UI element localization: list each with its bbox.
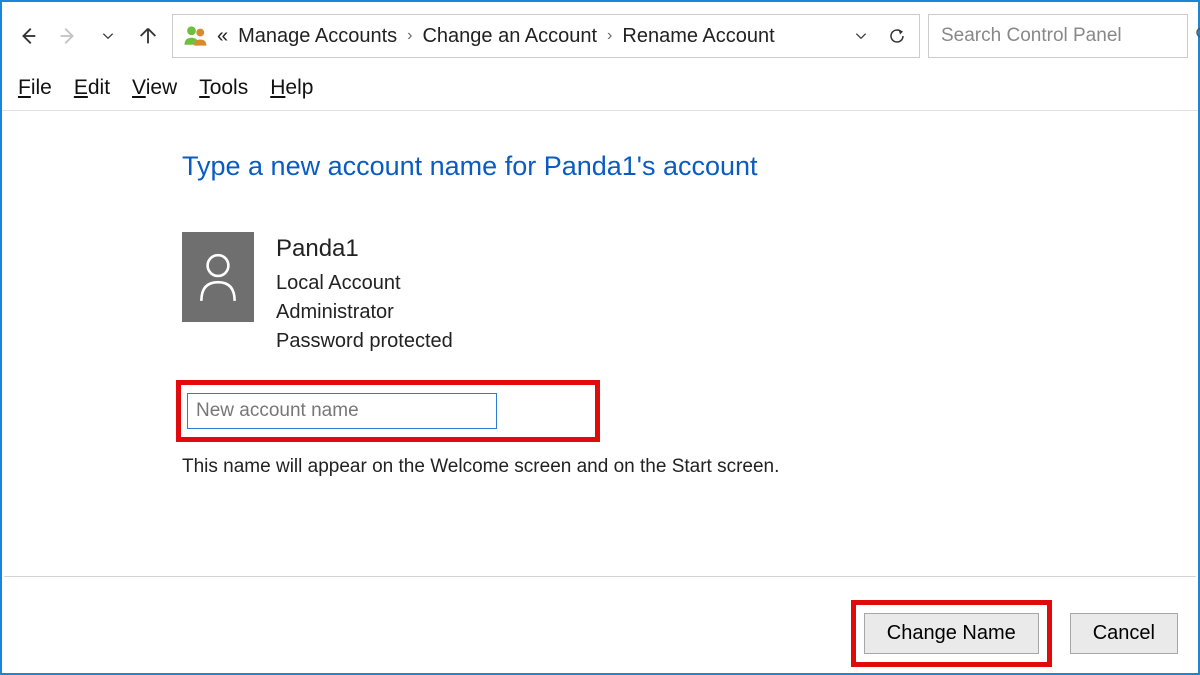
- account-summary: Panda1 Local Account Administrator Passw…: [182, 232, 1188, 356]
- footer-buttons: Change Name Cancel: [851, 600, 1178, 667]
- account-name: Panda1: [276, 232, 453, 267]
- back-button[interactable]: [12, 20, 44, 52]
- account-type: Local Account: [276, 269, 453, 298]
- breadcrumb: « Manage Accounts › Change an Account › …: [217, 25, 839, 48]
- new-account-name-input[interactable]: [187, 393, 497, 429]
- crumb-manage-accounts[interactable]: Manage Accounts: [238, 25, 397, 48]
- menu-edit[interactable]: Edit: [74, 76, 110, 100]
- hint-text: This name will appear on the Welcome scr…: [182, 456, 1188, 478]
- change-name-button[interactable]: Change Name: [864, 613, 1039, 654]
- chevron-right-icon: ›: [407, 27, 412, 45]
- page-title: Type a new account name for Panda1's acc…: [182, 151, 1188, 182]
- user-accounts-icon: [181, 22, 209, 50]
- address-dropdown-button[interactable]: [847, 22, 875, 50]
- menu-file[interactable]: File: [18, 76, 52, 100]
- account-role: Administrator: [276, 298, 453, 327]
- menu-bar: File Edit View Tools Help: [2, 68, 1198, 111]
- recent-locations-dropdown[interactable]: [92, 20, 124, 52]
- breadcrumb-prefix: «: [217, 25, 228, 48]
- menu-tools[interactable]: Tools: [199, 76, 248, 100]
- account-password-state: Password protected: [276, 327, 453, 356]
- content-area: Type a new account name for Panda1's acc…: [2, 111, 1198, 488]
- up-button[interactable]: [132, 20, 164, 52]
- explorer-toolbar: « Manage Accounts › Change an Account › …: [2, 2, 1198, 68]
- highlight-box-change-name: Change Name: [851, 600, 1052, 667]
- menu-help[interactable]: Help: [270, 76, 313, 100]
- search-input[interactable]: [939, 24, 1188, 48]
- forward-button[interactable]: [52, 20, 84, 52]
- chevron-right-icon: ›: [607, 27, 612, 45]
- search-icon[interactable]: [1194, 25, 1200, 48]
- address-bar[interactable]: « Manage Accounts › Change an Account › …: [172, 14, 920, 58]
- footer-separator: [4, 576, 1196, 577]
- crumb-rename-account[interactable]: Rename Account: [622, 25, 774, 48]
- avatar: [182, 232, 254, 322]
- crumb-change-an-account[interactable]: Change an Account: [422, 25, 597, 48]
- account-info: Panda1 Local Account Administrator Passw…: [276, 232, 453, 356]
- refresh-button[interactable]: [883, 22, 911, 50]
- cancel-button[interactable]: Cancel: [1070, 613, 1178, 654]
- menu-view[interactable]: View: [132, 76, 177, 100]
- highlight-box-input: [176, 380, 600, 442]
- search-box[interactable]: [928, 14, 1188, 58]
